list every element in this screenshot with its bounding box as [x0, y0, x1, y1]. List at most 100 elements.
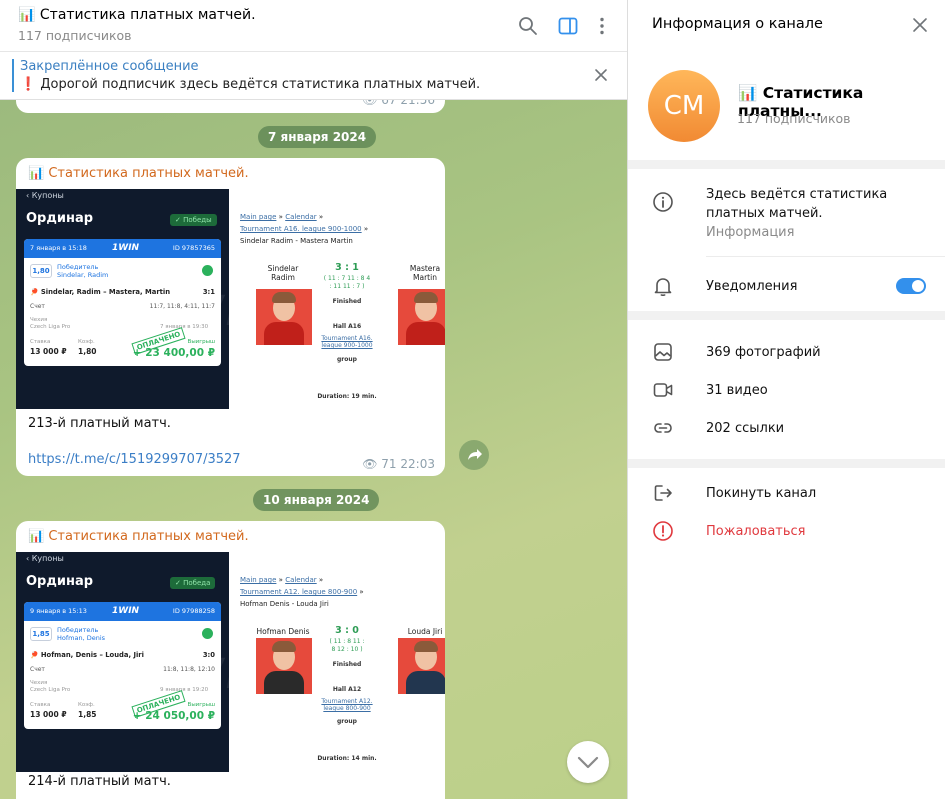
message-meta: 👁 71 22:03: [362, 457, 435, 471]
coupon-score: Счет 11:8, 11:8, 12:10: [30, 666, 215, 673]
coupon-header: 9 января в 15:13 1WIN ID 97988258: [24, 602, 221, 621]
coupon-title: Ординар: [26, 211, 94, 226]
chat-subscribers: 117 подписчиков: [18, 28, 132, 43]
breadcrumb: Main page » Calendar » Tournament A12. le…: [240, 576, 364, 608]
message-image[interactable]: 1win ‹ Купоны Ординар ✓ Победа 9 января …: [16, 552, 445, 772]
leave-channel-button[interactable]: Покинуть канал: [706, 486, 816, 501]
match-group: group: [337, 718, 357, 725]
scroll-down-button[interactable]: [567, 741, 609, 783]
player2-name: Louda Jiri: [407, 627, 443, 636]
match-duration: Duration: 19 min.: [317, 393, 377, 400]
date-separator: 7 января 2024: [258, 126, 377, 148]
pinned-message[interactable]: Закреплённое сообщение ❗ Дорогой подписч…: [0, 52, 627, 100]
date-separator: 10 января 2024: [253, 489, 380, 511]
message-text: 214-й платный матч.: [28, 774, 171, 789]
divider: [628, 160, 945, 169]
channel-description: Здесь ведётся статистика платных матчей.: [706, 187, 888, 221]
coupon-badge: ✓ Победа: [170, 577, 216, 589]
check-icon: [202, 628, 213, 639]
pinned-text: ❗ Дорогой подписчик здесь ведётся статис…: [20, 77, 480, 92]
forward-icon: [468, 449, 482, 460]
message-bubble[interactable]: 📊 Статистика платных матчей. 1win ‹ Купо…: [16, 158, 445, 476]
result-image: Main page » Calendar » Tournament A16. le…: [229, 189, 445, 409]
leave-icon: [654, 485, 672, 501]
pinned-bar: [12, 59, 14, 92]
coupon-match: 🏓 Sindelar, Radim – Mastera, Martin 3:1: [30, 288, 215, 296]
views-icon: 👁: [362, 457, 382, 471]
photo-icon: [654, 343, 672, 361]
report-button[interactable]: Пожаловаться: [706, 524, 806, 539]
chart-icon: 📊: [738, 84, 758, 102]
search-icon[interactable]: [518, 16, 538, 36]
pinned-label: Закреплённое сообщение: [20, 59, 199, 74]
notifications-toggle[interactable]: [896, 278, 926, 294]
sender-name[interactable]: 📊 Статистика платных матчей.: [28, 529, 249, 544]
match-group: group: [337, 356, 357, 363]
more-icon[interactable]: [592, 16, 612, 36]
report-icon: [653, 521, 673, 541]
channel-subscribers: 117 подписчиков: [737, 111, 851, 126]
photos-link[interactable]: 369 фотографий: [706, 345, 821, 360]
coupon-title: Ординар: [26, 574, 94, 589]
divider: [706, 256, 945, 257]
link-icon: [654, 423, 672, 433]
player1-name: Sindelar Radim: [267, 264, 299, 282]
tournament-link: Tournament A12. league 800-900: [321, 698, 373, 712]
match-sets: ( 11 : 7 11 : 8 4: 11 11 : 7 ): [323, 275, 371, 290]
chat-title[interactable]: 📊 Статистика платных матчей.: [18, 7, 256, 23]
coupon-win-label: Выигрыш: [187, 702, 215, 708]
avatar[interactable]: CM: [648, 70, 720, 142]
chart-icon: 📊: [18, 7, 36, 23]
coupon-coef: 1,80: [30, 264, 52, 278]
coupon-back: ‹ Купоны: [26, 191, 64, 200]
message-bubble[interactable]: 📊 Статистика платных матчей. 1win ‹ Купо…: [16, 521, 445, 799]
player2-name: Mastera Martin: [409, 264, 441, 282]
coupon-match: 🏓 Hofman, Denis – Louda, Jiri 3:0: [30, 651, 215, 659]
links-link[interactable]: 202 ссылки: [706, 421, 784, 436]
coupon-win-label: Выигрыш: [187, 339, 215, 345]
divider: [628, 459, 945, 468]
forward-button[interactable]: [459, 440, 489, 470]
check-icon: [202, 265, 213, 276]
player1-name: Hofman Denis: [256, 627, 310, 636]
coupon-header: 7 января в 15:18 1WIN ID 97857365: [24, 239, 221, 258]
player1-photo: [256, 289, 312, 345]
player1-photo: [256, 638, 312, 694]
close-icon[interactable]: [594, 68, 608, 82]
divider: [628, 311, 945, 320]
player2-photo: [398, 289, 445, 345]
coupon-league: Чехия Czech Liga Pro 7 января в 19:30: [30, 317, 209, 330]
match-sets: ( 11 : 8 11 :8 12 : 10 ): [329, 638, 365, 653]
message-image[interactable]: 1win ‹ Купоны Ординар ✓ Победы 7 января …: [16, 189, 445, 409]
message-link[interactable]: https://t.me/c/1519299707/3527: [28, 452, 241, 467]
views-count: 71: [381, 457, 397, 471]
chart-icon: 📊: [28, 166, 45, 181]
coupon-image: 1win ‹ Купоны Ординар ✓ Победы 7 января …: [16, 189, 229, 409]
match-hall: Hall A16: [332, 323, 362, 330]
coupon-coef: 1,85: [30, 627, 52, 641]
match-duration: Duration: 14 min.: [317, 755, 377, 762]
close-icon[interactable]: [912, 17, 928, 33]
sender-label: Статистика платных матчей.: [48, 529, 249, 544]
coupon-image: 1win ‹ Купоны Ординар ✓ Победа 9 января …: [16, 552, 229, 772]
match-status: Finished: [332, 298, 362, 305]
coupon-bet: Победитель Sindelar, Radim: [57, 263, 109, 279]
tournament-link: Tournament A16. league 900-1000: [321, 335, 373, 349]
chat-area: 👁 67 21:56 7 января 2024 📊 Статистика пл…: [0, 0, 627, 799]
info-icon: [653, 192, 673, 212]
match-score: 3 : 1: [335, 262, 359, 273]
chat-header[interactable]: 📊 Статистика платных матчей. 117 подписч…: [0, 0, 627, 52]
bell-icon: [654, 278, 672, 297]
coupon-score: Счет 11:7, 11:8, 4:11, 11:7: [30, 303, 215, 310]
chart-icon: 📊: [28, 529, 45, 544]
coupon-card: 9 января в 15:13 1WIN ID 97988258 1,85 Поб…: [24, 602, 221, 729]
sidebar-toggle-icon[interactable]: [558, 16, 578, 36]
sender-name[interactable]: 📊 Статистика платных матчей.: [28, 166, 249, 181]
videos-link[interactable]: 31 видео: [706, 383, 768, 398]
panel-title: Информация о канале: [652, 16, 823, 32]
coupon-league: Чехия Czech Liga Pro 9 января в 19:20: [30, 680, 209, 693]
match-score: 3 : 0: [335, 625, 359, 636]
match-status: Finished: [332, 661, 362, 668]
pinned-text-content: Дорогой подписчик здесь ведётся статисти…: [40, 77, 481, 92]
notifications-label: Уведомления: [706, 279, 798, 294]
